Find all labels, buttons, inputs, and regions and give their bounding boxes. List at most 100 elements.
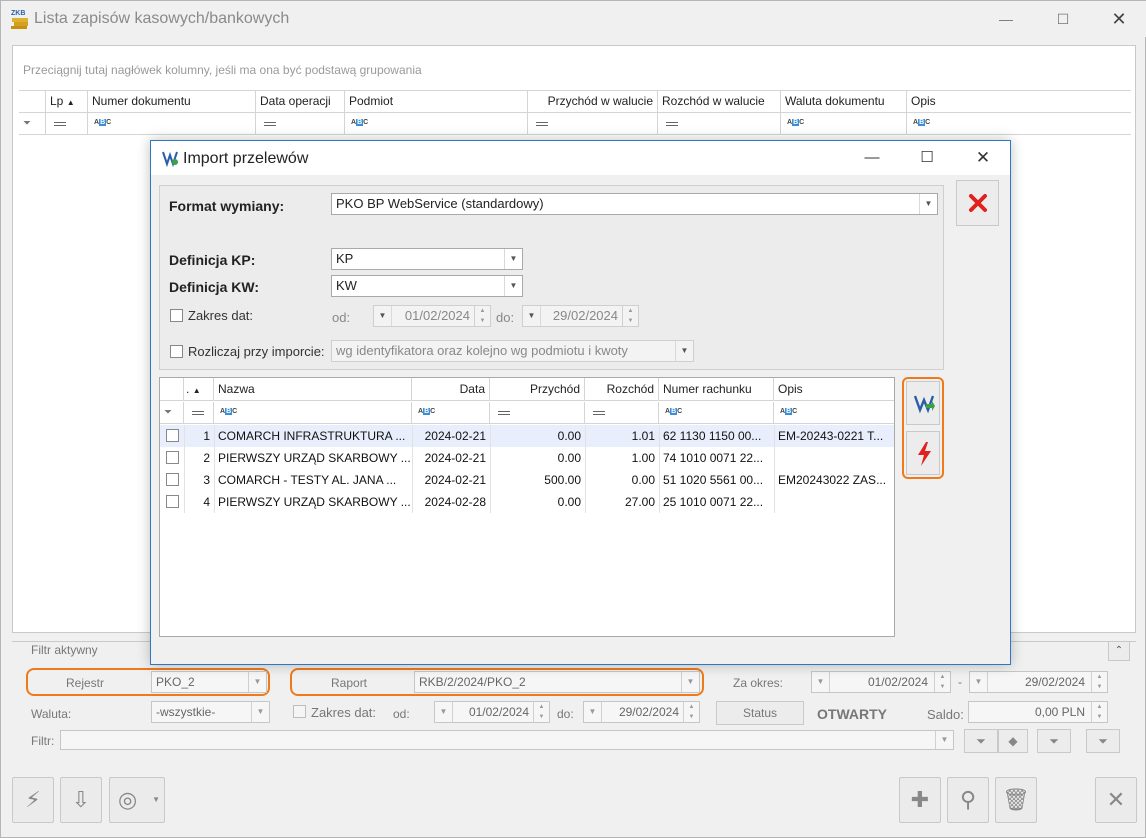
row-checkbox[interactable] bbox=[166, 473, 179, 486]
spinner-icon[interactable]: ▲ ▼ bbox=[533, 702, 549, 722]
date-to-field[interactable]: ▼ 29/02/2024 ▲ ▼ bbox=[583, 701, 700, 723]
plus-icon: ✚ bbox=[910, 787, 930, 812]
import-execute-button[interactable] bbox=[906, 431, 940, 475]
filter-cell[interactable] bbox=[585, 402, 659, 424]
filter-cell[interactable]: ABC bbox=[345, 113, 528, 134]
date-to-field[interactable]: ▼ 29/02/2024 ▲ ▼ bbox=[522, 305, 639, 327]
title-bar: ZKB Lista zapisów kasowych/bankowych — ☐… bbox=[1, 1, 1146, 37]
format-select[interactable]: PKO BP WebService (standardowy) ▼ bbox=[331, 193, 938, 215]
column-header-lp[interactable]: . ▲ bbox=[184, 378, 214, 401]
table-row[interactable]: 1 COMARCH INFRASTRUKTURA ... 2024-02-21 … bbox=[160, 425, 894, 447]
text-filter-icon: ABC bbox=[351, 119, 369, 126]
column-header-name[interactable]: Nazwa bbox=[214, 378, 412, 401]
to-label: do: bbox=[496, 310, 515, 325]
sort-asc-icon: ▲ bbox=[66, 98, 75, 107]
column-header-expense[interactable]: Rozchód bbox=[585, 378, 659, 401]
minimize-icon[interactable]: — bbox=[991, 7, 1021, 31]
row-checkbox[interactable] bbox=[166, 429, 179, 442]
column-header-account[interactable]: Numer rachunku bbox=[659, 378, 774, 401]
filter-cell[interactable]: ABC bbox=[659, 402, 774, 424]
filter-cell[interactable]: ABC bbox=[412, 402, 490, 424]
row-checkbox[interactable] bbox=[166, 451, 179, 464]
filter-clear-button[interactable]: ◆ bbox=[998, 729, 1028, 753]
spinner-icon[interactable]: ▲ ▼ bbox=[934, 672, 950, 692]
balance-label: Saldo: bbox=[927, 707, 964, 722]
period-from-field[interactable]: ▼ 01/02/2024 ▲ ▼ bbox=[811, 671, 951, 693]
column-header-description[interactable]: Opis bbox=[907, 91, 1131, 112]
equals-icon bbox=[192, 411, 204, 415]
filter-cell[interactable]: ABC bbox=[781, 113, 907, 134]
import-selected-button[interactable] bbox=[906, 381, 940, 425]
kw-select[interactable]: KW ▼ bbox=[331, 275, 523, 297]
filter-cell[interactable] bbox=[184, 402, 214, 424]
delete-button[interactable]: 🗑 bbox=[995, 777, 1037, 823]
register-label: Rejestr bbox=[66, 676, 105, 690]
kw-label: Definicja KW: bbox=[169, 279, 259, 295]
money-icon: ◎ bbox=[118, 787, 138, 812]
filter-cell[interactable] bbox=[528, 113, 658, 134]
close-window-button[interactable]: ✕ bbox=[1095, 777, 1137, 823]
cancel-import-button[interactable] bbox=[956, 180, 999, 226]
filter-cell[interactable]: ABC bbox=[88, 113, 256, 134]
chevron-down-icon: ▼ bbox=[248, 672, 266, 692]
import-transfers-dialog: Import przelewów — ☐ ✕ Format wymiany: P… bbox=[150, 140, 1011, 665]
date-from-field[interactable]: ▼ 01/02/2024 ▲ ▼ bbox=[434, 701, 550, 723]
currency-select[interactable]: -wszystkie- ▼ bbox=[151, 701, 270, 723]
import-statement-button[interactable]: ⇩ bbox=[60, 777, 102, 823]
filter-constructor-button[interactable]: ⏷ bbox=[1037, 729, 1071, 753]
column-header-date[interactable]: Data bbox=[412, 378, 490, 401]
import-bank-button[interactable]: ⚡ bbox=[12, 777, 54, 823]
column-header-subject[interactable]: Podmiot bbox=[345, 91, 528, 112]
table-row[interactable]: 2 PIERWSZY URZĄD SKARBOWY ... 2024-02-21… bbox=[160, 447, 894, 469]
close-icon[interactable]: ✕ bbox=[968, 146, 998, 170]
status-button[interactable]: Status bbox=[716, 701, 804, 725]
filter-cell[interactable] bbox=[46, 113, 88, 134]
filter-advanced-button[interactable]: ⏷ bbox=[1086, 729, 1120, 753]
currency-label: Waluta: bbox=[31, 707, 72, 721]
settle-checkbox[interactable] bbox=[170, 345, 183, 358]
column-header-expense-currency[interactable]: Rozchód w walucie bbox=[658, 91, 781, 112]
date-range-checkbox[interactable] bbox=[293, 705, 306, 718]
filter-apply-button[interactable]: ⏷ bbox=[964, 729, 998, 753]
column-header-income-currency[interactable]: Przychód w walucie bbox=[528, 91, 658, 112]
spinner-icon[interactable]: ▲ ▼ bbox=[622, 306, 638, 326]
date-from-field[interactable]: ▼ 01/02/2024 ▲ ▼ bbox=[373, 305, 491, 327]
table-row[interactable]: 4 PIERWSZY URZĄD SKARBOWY ... 2024-02-28… bbox=[160, 491, 894, 513]
column-header-lp[interactable]: Lp ▲ bbox=[46, 91, 88, 112]
kp-select[interactable]: KP ▼ bbox=[331, 248, 523, 270]
filter-cell[interactable]: ABC bbox=[214, 402, 412, 424]
spinner-icon[interactable]: ▲ ▼ bbox=[1091, 672, 1107, 692]
column-header-operation-date[interactable]: Data operacji bbox=[256, 91, 345, 112]
maximize-icon[interactable]: ☐ bbox=[1048, 7, 1078, 31]
date-range-checkbox[interactable] bbox=[170, 309, 183, 322]
table-row[interactable]: 3 COMARCH - TESTY AL. JANA ... 2024-02-2… bbox=[160, 469, 894, 491]
report-select[interactable]: RKB/2/2024/PKO_2 ▼ bbox=[414, 671, 700, 693]
equals-icon bbox=[666, 122, 678, 126]
filter-text-input[interactable]: ▼ bbox=[60, 730, 954, 750]
chevron-down-icon: ▼ bbox=[523, 306, 541, 326]
maximize-icon[interactable]: ☐ bbox=[912, 146, 942, 170]
transfer-menu-button[interactable]: ◎ ▼ bbox=[109, 777, 165, 823]
register-select[interactable]: PKO_2 ▼ bbox=[151, 671, 267, 693]
column-header-description[interactable]: Opis bbox=[774, 378, 894, 401]
filter-cell[interactable]: ABC bbox=[907, 113, 1131, 134]
column-header-document-number[interactable]: Numer dokumentu bbox=[88, 91, 256, 112]
close-icon[interactable]: ✕ bbox=[1104, 7, 1134, 31]
edit-button[interactable]: ⚲ bbox=[947, 777, 989, 823]
filter-cell[interactable] bbox=[256, 113, 345, 134]
period-to-field[interactable]: ▼ 29/02/2024 ▲ ▼ bbox=[969, 671, 1108, 693]
add-button[interactable]: ✚ bbox=[899, 777, 941, 823]
minimize-icon[interactable]: — bbox=[857, 146, 887, 170]
collapse-chevron-icon[interactable]: ⌃ bbox=[1108, 641, 1130, 661]
spinner-icon[interactable]: ▲ ▼ bbox=[683, 702, 699, 722]
filter-cell[interactable]: ⏷ bbox=[160, 402, 184, 424]
filter-cell[interactable]: ⏷ bbox=[19, 113, 46, 134]
column-header-document-currency[interactable]: Waluta dokumentu bbox=[781, 91, 907, 112]
column-header-income[interactable]: Przychód bbox=[490, 378, 585, 401]
settle-select[interactable]: wg identyfikatora oraz kolejno wg podmio… bbox=[331, 340, 694, 362]
row-checkbox[interactable] bbox=[166, 495, 179, 508]
spinner-icon[interactable]: ▲ ▼ bbox=[474, 306, 490, 326]
filter-cell[interactable] bbox=[490, 402, 585, 424]
filter-cell[interactable] bbox=[658, 113, 781, 134]
filter-cell[interactable]: ABC bbox=[774, 402, 894, 424]
